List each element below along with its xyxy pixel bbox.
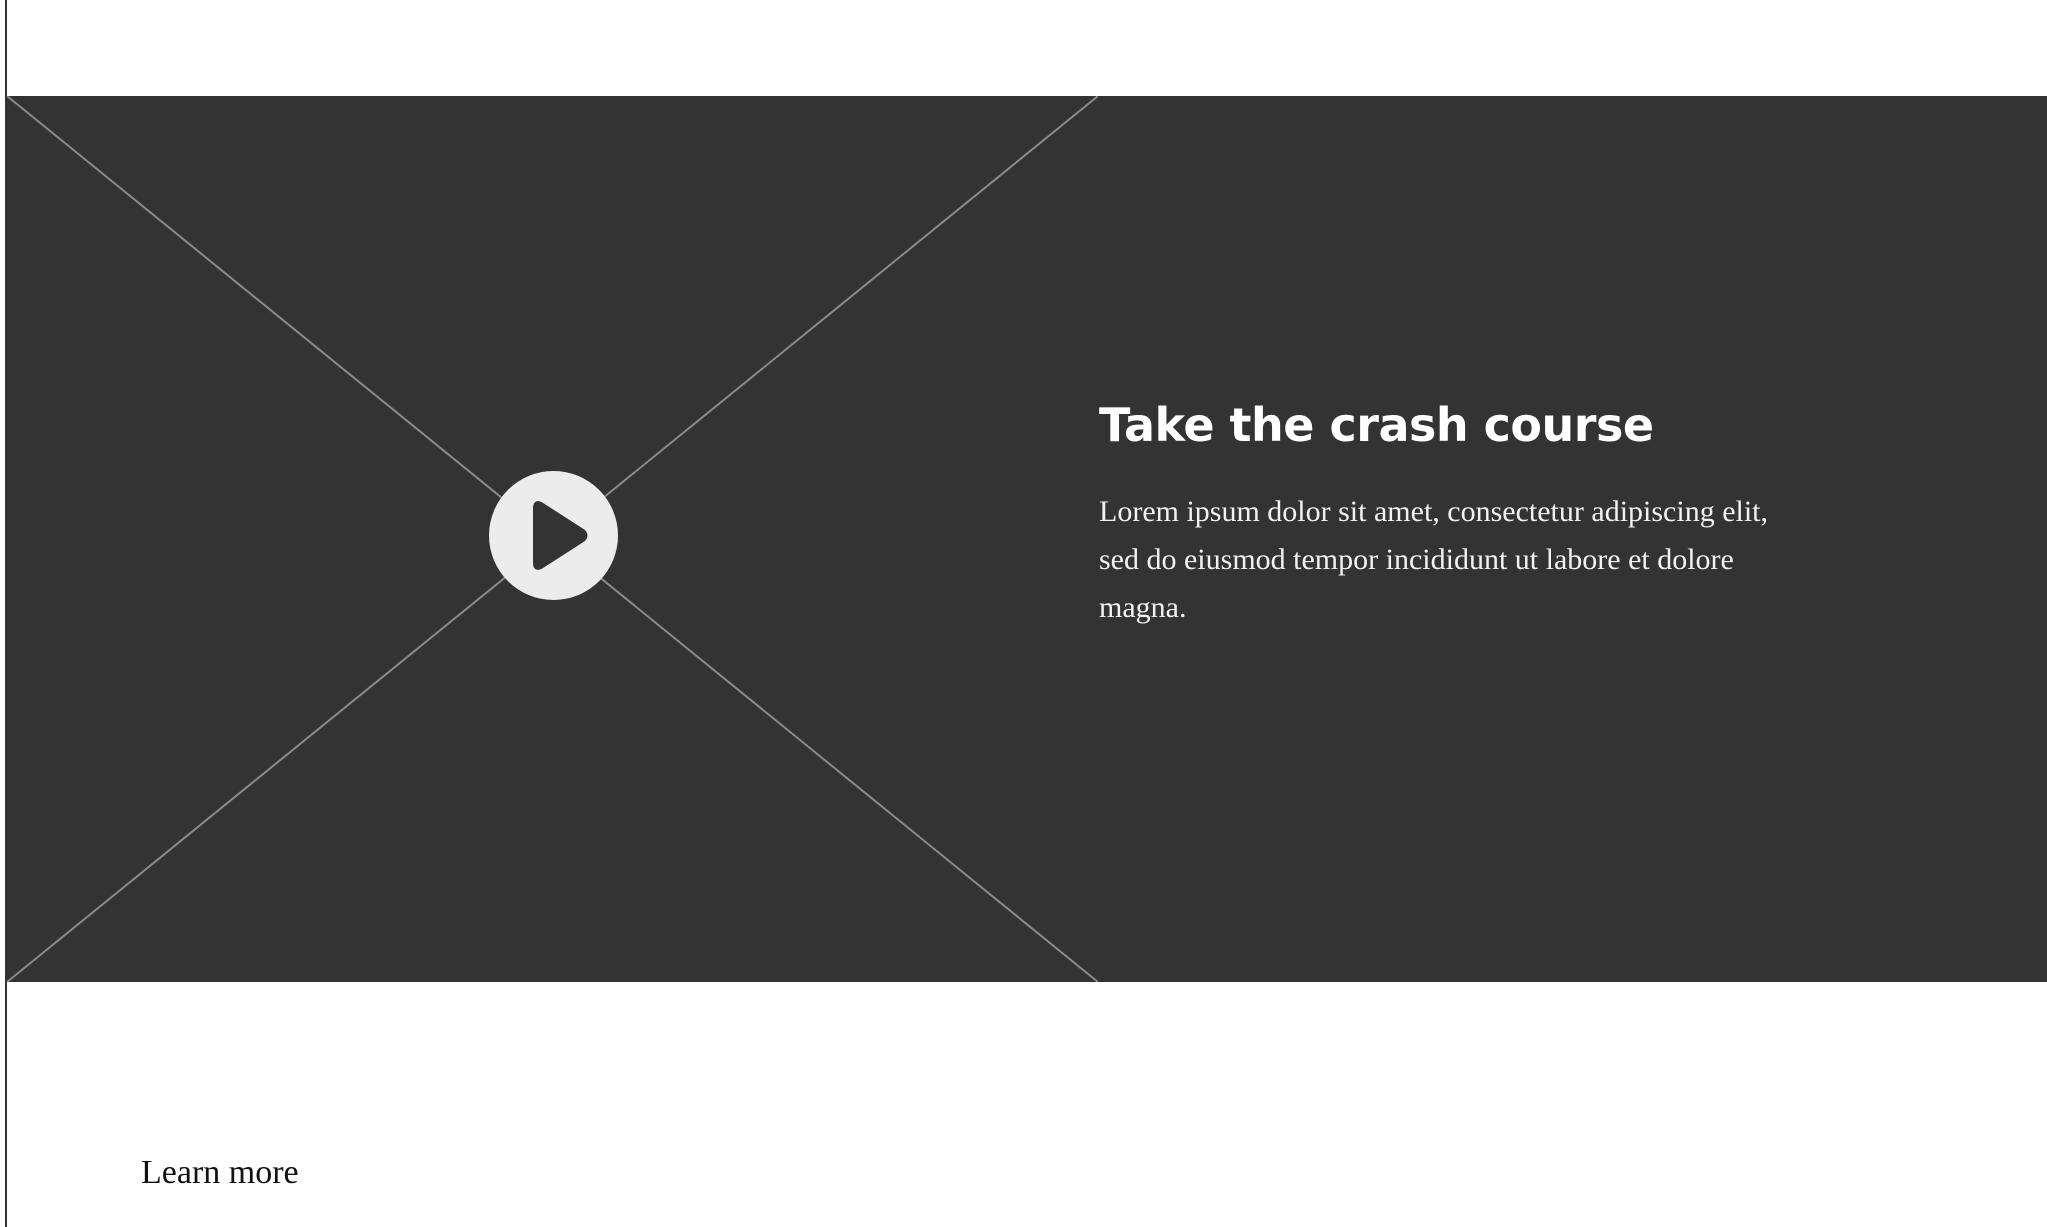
learn-more-link[interactable]: Learn more [141, 1150, 299, 1196]
play-icon [533, 501, 588, 570]
hero-title: Take the crash course [1099, 398, 1654, 452]
hero-section: Take the crash course Lorem ipsum dolor … [7, 96, 2047, 982]
play-button[interactable] [489, 471, 618, 600]
video-placeholder[interactable] [7, 96, 1098, 982]
hero-description: Lorem ipsum dolor sit amet, consectetur … [1099, 495, 1769, 624]
hero-text-block: Take the crash course Lorem ipsum dolor … [1099, 396, 1799, 632]
